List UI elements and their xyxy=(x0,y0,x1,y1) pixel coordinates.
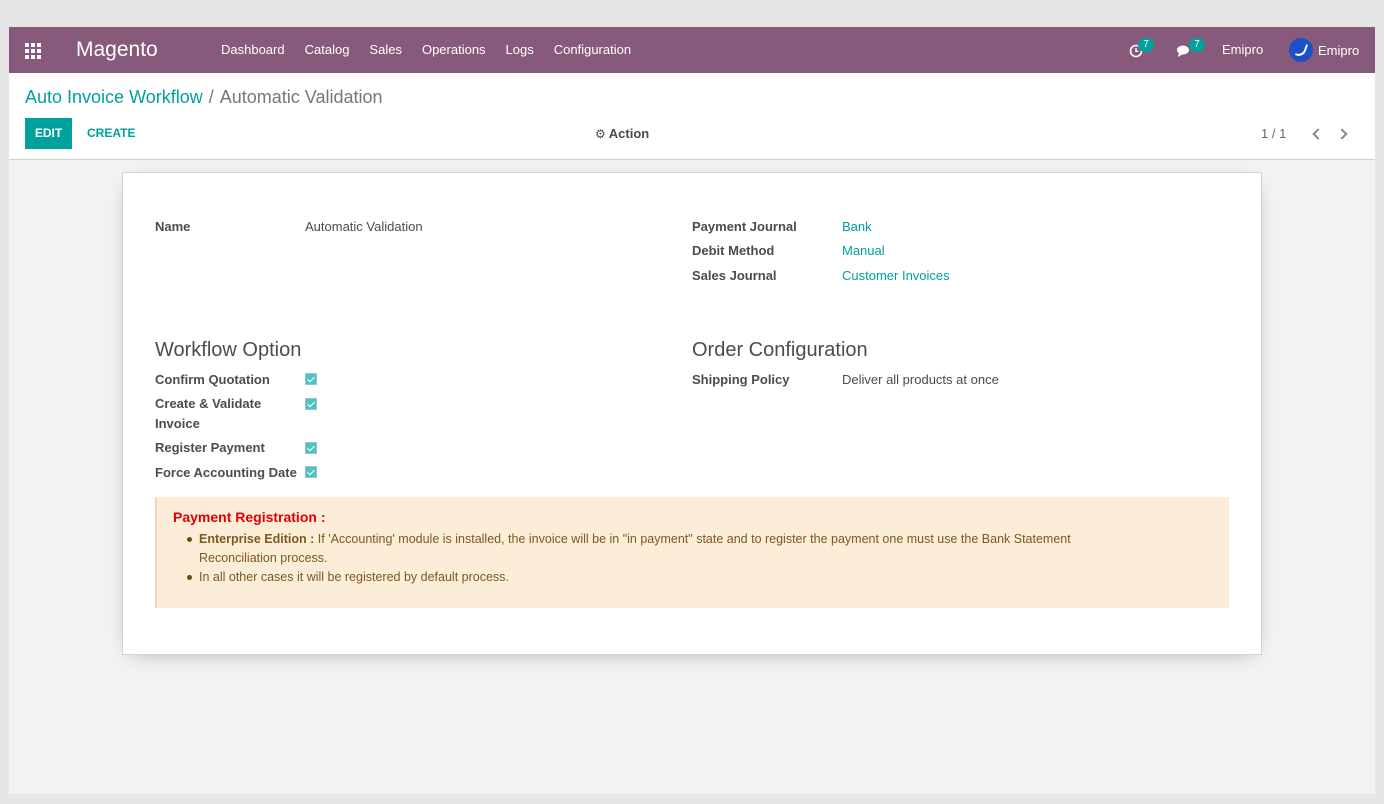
action-label: Action xyxy=(608,126,650,141)
order-configuration-title: Order Configuration xyxy=(692,339,868,361)
create-button[interactable]: CREATE xyxy=(79,118,143,149)
pager-next-button[interactable] xyxy=(1336,127,1351,141)
payment-journal-label: Payment Journal xyxy=(692,219,797,234)
alert-title: Payment Registration : xyxy=(173,509,326,525)
pager-value[interactable]: 1 / 1 xyxy=(1261,118,1286,149)
menu-item-operations[interactable]: Operations xyxy=(412,27,496,73)
payment-registration-alert: Payment Registration : Enterprise Editio… xyxy=(155,497,1229,608)
action-dropdown[interactable]: ⚙ Action xyxy=(595,118,649,149)
user-name: Emipro xyxy=(1318,42,1360,58)
breadcrumb-separator: / xyxy=(208,87,214,107)
sales-journal-label: Sales Journal xyxy=(692,268,777,283)
create-validate-invoice-label-line2: Invoice xyxy=(155,416,200,431)
list-item: Enterprise Edition : If 'Accounting' mod… xyxy=(183,530,1113,568)
activity-menu[interactable]: 7 xyxy=(1127,38,1157,61)
name-label: Name xyxy=(155,219,191,234)
chevron-right-icon xyxy=(1336,128,1348,140)
create-validate-invoice-label: Create & Validate xyxy=(155,396,262,411)
debit-method-label: Debit Method xyxy=(692,243,775,258)
name-value: Automatic Validation xyxy=(305,219,423,234)
alert-item-text: If 'Accounting' module is installed, the… xyxy=(199,532,1071,565)
menu-item-configuration[interactable]: Configuration xyxy=(544,27,641,73)
pager-previous-button[interactable] xyxy=(1310,127,1324,141)
breadcrumb: Auto Invoice Workflow / Automatic Validati… xyxy=(25,87,383,108)
alert-list: Enterprise Edition : If 'Accounting' mod… xyxy=(183,530,1113,587)
register-payment-checkbox[interactable] xyxy=(305,442,317,454)
form-sheet: Name Automatic Validation Payment Journa… xyxy=(122,172,1262,655)
main-menu: Dashboard Catalog Sales Operations Logs … xyxy=(211,27,641,73)
sales-journal-link[interactable]: Customer Invoices xyxy=(842,268,950,283)
avatar xyxy=(1289,38,1313,62)
list-item: In all other cases it will be registered… xyxy=(183,568,1113,587)
menu-item-sales[interactable]: Sales xyxy=(359,27,412,73)
confirm-quotation-checkbox[interactable] xyxy=(305,373,317,385)
apps-menu-icon[interactable] xyxy=(25,43,41,59)
create-validate-invoice-checkbox[interactable] xyxy=(305,398,317,410)
debit-method-link[interactable]: Manual xyxy=(842,243,885,258)
force-accounting-date-label: Force Accounting Date xyxy=(155,465,297,480)
top-navbar: Magento Dashboard Catalog Sales Operatio… xyxy=(9,27,1375,73)
shipping-policy-label: Shipping Policy xyxy=(692,372,790,387)
payment-journal-link[interactable]: Bank xyxy=(842,219,872,234)
app-window: Magento Dashboard Catalog Sales Operatio… xyxy=(9,27,1375,794)
breadcrumb-current: Automatic Validation xyxy=(219,87,383,107)
edit-button[interactable]: EDIT xyxy=(25,118,72,149)
shipping-policy-value: Deliver all products at once xyxy=(842,372,999,387)
alert-item-text: In all other cases it will be registered… xyxy=(199,570,509,584)
message-count-badge: 7 xyxy=(1189,38,1205,52)
control-panel: Auto Invoice Workflow / Automatic Validati… xyxy=(9,73,1375,160)
menu-item-catalog[interactable]: Catalog xyxy=(295,27,360,73)
messaging-menu[interactable]: 7 xyxy=(1176,38,1208,61)
app-brand[interactable]: Magento xyxy=(76,38,158,62)
chevron-left-icon xyxy=(1312,128,1324,140)
menu-item-logs[interactable]: Logs xyxy=(496,27,544,73)
menu-item-dashboard[interactable]: Dashboard xyxy=(211,27,295,73)
activity-count-badge: 7 xyxy=(1138,38,1154,52)
register-payment-label: Register Payment xyxy=(155,440,265,455)
confirm-quotation-label: Confirm Quotation xyxy=(155,372,270,387)
alert-item-bold: Enterprise Edition : xyxy=(199,532,315,546)
gear-icon: ⚙ xyxy=(595,127,606,141)
company-switcher[interactable]: Emipro xyxy=(1222,27,1263,73)
force-accounting-date-checkbox[interactable] xyxy=(305,466,317,478)
user-menu[interactable]: Emipro xyxy=(1289,37,1359,63)
breadcrumb-parent-link[interactable]: Auto Invoice Workflow xyxy=(25,87,203,107)
workflow-option-title: Workflow Option xyxy=(155,339,302,361)
